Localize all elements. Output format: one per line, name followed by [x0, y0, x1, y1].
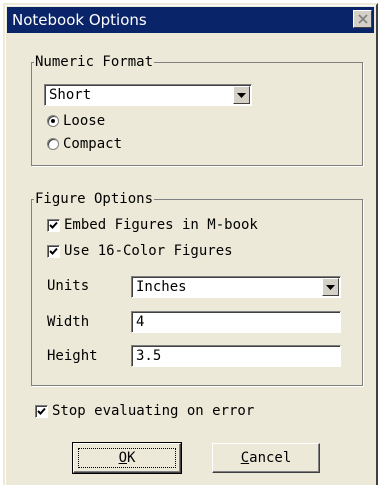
numeric-format-select[interactable]: Short: [44, 84, 252, 106]
units-select[interactable]: Inches: [131, 276, 341, 298]
units-label: Units: [47, 278, 90, 294]
cancel-button[interactable]: Cancel: [212, 443, 320, 473]
figure-options-label: Figure Options: [34, 191, 155, 207]
embed-figures-box[interactable]: [47, 218, 60, 232]
chevron-down-icon: [326, 285, 335, 290]
stop-on-error-checkbox[interactable]: Stop evaluating on error: [35, 403, 254, 419]
numeric-format-value: Short: [49, 87, 92, 103]
checkmark-icon: [37, 407, 46, 415]
use-16-color-checkbox[interactable]: Use 16-Color Figures: [47, 243, 233, 259]
height-input[interactable]: 3.5: [131, 345, 341, 367]
radio-compact-button[interactable]: [47, 138, 59, 150]
checkmark-icon: [49, 221, 58, 229]
width-input[interactable]: 4: [131, 311, 341, 333]
units-dropdown-button[interactable]: [322, 278, 339, 296]
close-button[interactable]: [353, 10, 372, 28]
width-value: 4: [136, 314, 145, 330]
chevron-down-icon: [237, 93, 246, 98]
cancel-button-label: Cancel: [240, 450, 292, 466]
stop-on-error-label: Stop evaluating on error: [52, 403, 255, 419]
stop-on-error-box[interactable]: [35, 404, 48, 418]
radio-loose[interactable]: Loose: [47, 113, 105, 129]
use-16-color-label: Use 16-Color Figures: [64, 243, 233, 259]
embed-figures-label: Embed Figures in M-book: [64, 217, 258, 233]
radio-compact-label: Compact: [63, 136, 123, 152]
radio-compact[interactable]: Compact: [47, 136, 122, 152]
height-value: 3.5: [136, 348, 162, 364]
numeric-format-dropdown-button[interactable]: [233, 86, 250, 104]
width-label: Width: [47, 314, 90, 330]
height-label: Height: [47, 348, 98, 364]
ok-button[interactable]: OK: [72, 442, 182, 474]
use-16-color-box[interactable]: [47, 244, 60, 258]
radio-loose-label: Loose: [63, 113, 106, 129]
ok-button-label: OK: [118, 450, 136, 466]
window-title: Notebook Options: [12, 11, 147, 29]
title-bar[interactable]: Notebook Options: [7, 7, 374, 33]
close-icon: [358, 14, 368, 24]
units-value: Inches: [136, 279, 187, 295]
numeric-format-label: Numeric Format: [34, 54, 155, 70]
checkmark-icon: [49, 247, 58, 255]
embed-figures-checkbox[interactable]: Embed Figures in M-book: [47, 217, 258, 233]
radio-loose-button[interactable]: [47, 115, 59, 127]
notebook-options-dialog: Notebook Options Numeric Format Short Lo…: [3, 3, 378, 485]
